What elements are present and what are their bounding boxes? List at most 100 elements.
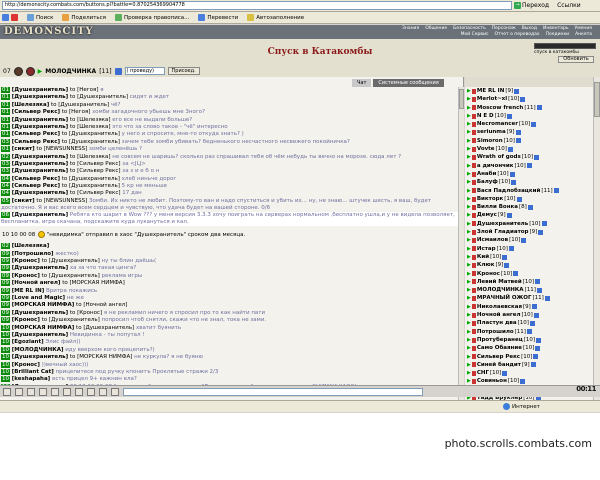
message-author[interactable]: [keshapaha] — [12, 376, 50, 382]
message-author[interactable]: [Ночной ангел] — [12, 280, 61, 286]
info-icon[interactable] — [520, 96, 526, 102]
private-arrow-icon[interactable]: ▶ — [467, 195, 471, 203]
user-name[interactable]: Кий — [477, 253, 489, 261]
user-list-item[interactable]: ▶ Merlot~xl [10] — [465, 95, 593, 103]
message-author[interactable]: [Душехранитель] — [12, 124, 68, 130]
user-name[interactable]: seriunma — [477, 128, 506, 136]
user-list-item[interactable]: ▶ СНГ [10] — [465, 369, 593, 377]
private-arrow-icon[interactable]: ▶ — [467, 153, 471, 161]
user-name[interactable]: Злой Гладиатор — [477, 228, 529, 236]
message-author[interactable]: [Душехранитель] — [12, 190, 68, 196]
smiles-icon[interactable] — [3, 387, 11, 396]
private-arrow-icon[interactable]: ▶ — [467, 228, 471, 236]
user-list-item[interactable]: ▶ Кий [10] — [465, 253, 593, 261]
party-input[interactable]: ( проведу) — [124, 67, 165, 75]
message-author[interactable]: [Душехранитель] — [12, 94, 68, 100]
user-list-item[interactable]: ▶ Moscow french [11] — [465, 104, 593, 112]
message-author[interactable]: [Потрошило] — [12, 251, 54, 257]
user-name[interactable]: Само Обаяние — [477, 344, 522, 352]
message-recipient[interactable]: to [Сильвер Рекс] — [70, 161, 121, 167]
user-name[interactable]: ME RL IN — [477, 87, 504, 95]
private-arrow-icon[interactable]: ▶ — [467, 319, 471, 327]
message-recipient[interactable]: to [Шелезяка] — [70, 154, 111, 160]
info-icon[interactable] — [506, 213, 512, 219]
info-icon[interactable] — [530, 362, 536, 368]
info-icon[interactable] — [507, 146, 513, 152]
info-icon[interactable] — [526, 329, 532, 335]
message-author[interactable]: [Душехранитель] — [12, 332, 68, 338]
user-name[interactable]: Протуберанец — [477, 336, 523, 344]
user-list-item[interactable]: ▶ Вася Падлобзацкий [11] — [465, 187, 593, 195]
message-author[interactable]: [Сильвер Рекс] — [12, 139, 60, 145]
user-list-item[interactable]: ▶ Wrath of gods [10] — [465, 153, 593, 161]
private-arrow-icon[interactable]: ▶ — [467, 220, 471, 228]
user-name[interactable]: МОЛОДЧИНКА — [477, 286, 524, 294]
message-author[interactable]: [сикит] — [12, 198, 35, 204]
message-recipient[interactable]: to [Душехранитель] — [62, 176, 120, 182]
private-arrow-icon[interactable]: ▶ — [467, 112, 471, 120]
message-author[interactable]: [ME RL IN] — [12, 288, 44, 294]
user-name[interactable]: Vovte — [477, 145, 495, 153]
user-name[interactable]: Балуф — [477, 178, 498, 186]
private-arrow-icon[interactable]: ▶ — [467, 87, 471, 95]
user-list-item[interactable]: ▶ Николаевская [9] — [465, 303, 593, 311]
message-author[interactable]: [Сильвер Рекс] — [12, 176, 60, 182]
message-author[interactable]: [Душехранитель] — [12, 265, 68, 271]
tab-chat[interactable]: Чат — [352, 79, 372, 87]
private-arrow-icon[interactable]: ▶ — [467, 361, 471, 369]
message-recipient[interactable]: to [Душехранитель] — [51, 102, 109, 108]
settings-icon[interactable] — [51, 387, 59, 396]
message-author[interactable]: [Кронос] — [12, 317, 40, 323]
links-button[interactable]: Ссылки — [557, 2, 581, 9]
private-arrow-icon[interactable]: ▶ — [467, 137, 471, 145]
message-recipient[interactable]: to [Шелезяка] — [70, 117, 111, 123]
message-recipient[interactable]: to [Ночной ангел] — [76, 302, 127, 308]
message-author[interactable]: [Душехранитель] — [12, 168, 68, 174]
user-name[interactable]: Николаевская — [477, 303, 522, 311]
message-recipient[interactable]: to [Душехранитель] — [42, 273, 100, 279]
message-author[interactable]: [Душехранитель] — [12, 354, 68, 360]
user-name[interactable]: Синей бандит — [477, 361, 521, 369]
user-name[interactable]: Пластун два — [477, 319, 517, 327]
user-name[interactable]: Душехранитель — [477, 220, 528, 228]
user-list-item[interactable]: ▶ Истар [10] — [465, 245, 593, 253]
private-arrow-icon[interactable]: ▶ — [467, 261, 471, 269]
info-icon[interactable] — [515, 130, 521, 136]
private-arrow-icon[interactable]: ▶ — [467, 104, 471, 112]
private-arrow-icon[interactable]: ▶ — [467, 120, 471, 128]
user-name[interactable]: N E D — [477, 112, 494, 120]
message-author[interactable]: [Egoziant] — [12, 339, 44, 345]
info-icon[interactable] — [509, 171, 515, 177]
filter-icon[interactable] — [27, 387, 35, 396]
info-icon[interactable] — [516, 196, 522, 202]
user-list-item[interactable]: ▶ Само Обаяние [10] — [465, 344, 593, 352]
user-list-item[interactable]: ▶ Simoron [10] — [465, 137, 593, 145]
user-name[interactable]: Ночной ангел — [477, 311, 521, 319]
info-icon[interactable] — [520, 379, 526, 385]
url-field[interactable]: http://demonscity.combats.com/buttons.pl… — [2, 1, 512, 10]
info-icon[interactable] — [535, 279, 540, 285]
private-arrow-icon[interactable]: ▶ — [467, 369, 471, 377]
info-icon[interactable] — [114, 67, 122, 75]
user-list-item[interactable]: ▶ Исмаилов [10] — [465, 236, 593, 244]
info-icon[interactable] — [511, 179, 517, 185]
message-recipient[interactable]: to [Душехранитель] — [62, 139, 120, 145]
user-name[interactable]: Кронос — [477, 270, 500, 278]
message-recipient[interactable]: to [Негоя] — [70, 87, 99, 93]
message-recipient[interactable]: to [NEWSUNNESS] — [36, 198, 87, 204]
user-list-item[interactable]: ▶ Злой Гладиатор [9] — [465, 228, 593, 236]
message-recipient[interactable]: to [Душехранитель] — [42, 317, 100, 323]
user-list-item[interactable]: ▶ а дичончик [10] — [465, 162, 593, 170]
message-author[interactable]: [Душехранитель] — [12, 161, 68, 167]
user-name[interactable]: Вася Падлобзацкий — [477, 187, 540, 195]
message-recipient[interactable]: to [Сильвер Рекс] — [70, 190, 121, 196]
user-name[interactable]: Истар — [477, 245, 496, 253]
user-list-item[interactable]: ▶ ME RL IN [9] — [465, 87, 593, 95]
message-recipient[interactable]: to [Душехранитель] — [70, 94, 128, 100]
message-recipient[interactable]: to [NEWSUNNESS] — [36, 146, 87, 152]
user-name[interactable]: СНГ — [477, 369, 489, 377]
menu-battles[interactable]: Поединки — [546, 32, 570, 38]
toolbar-search[interactable]: Поиск — [27, 14, 53, 21]
message-recipient[interactable]: to [Сильвер Рекс] — [70, 168, 121, 174]
user-list-item[interactable]: ▶ МРАЧНЫЙ ОЖОГ [11] — [465, 294, 593, 302]
